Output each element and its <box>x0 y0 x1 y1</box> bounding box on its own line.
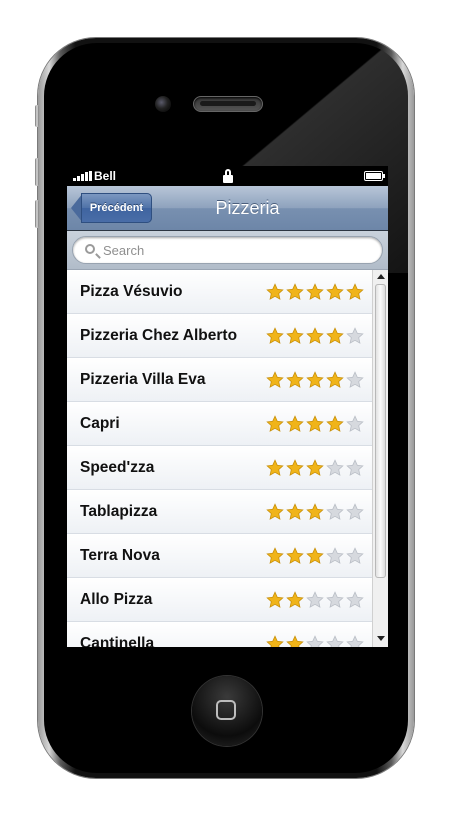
home-square-icon <box>216 700 236 720</box>
star-empty-icon <box>346 635 364 647</box>
star-filled-icon <box>286 547 304 565</box>
list-item[interactable]: Allo Pizza <box>67 578 372 622</box>
star-empty-icon <box>346 503 364 521</box>
star-filled-icon <box>306 459 324 477</box>
mute-switch <box>35 105 39 127</box>
star-empty-icon <box>346 415 364 433</box>
star-filled-icon <box>306 415 324 433</box>
search-bar <box>67 231 388 270</box>
star-empty-icon <box>346 459 364 477</box>
restaurant-name: Pizza Vésuvio <box>80 283 183 300</box>
star-filled-icon <box>326 283 344 301</box>
restaurant-name: Terra Nova <box>80 547 160 564</box>
restaurant-name: Capri <box>80 415 120 432</box>
star-empty-icon <box>346 327 364 345</box>
restaurant-name: Pizzeria Villa Eva <box>80 371 206 388</box>
star-filled-icon <box>306 371 324 389</box>
star-filled-icon <box>266 283 284 301</box>
star-filled-icon <box>326 415 344 433</box>
restaurant-name: Speed'zza <box>80 459 155 476</box>
star-empty-icon <box>346 591 364 609</box>
list-item[interactable]: Speed'zza <box>67 446 372 490</box>
star-filled-icon <box>346 283 364 301</box>
back-button-label: Précédent <box>81 193 152 223</box>
star-filled-icon <box>266 327 284 345</box>
restaurant-list: Pizza Vésuvio Pizzeria Chez Alberto Pizzer… <box>67 270 372 647</box>
star-filled-icon <box>266 591 284 609</box>
search-field[interactable] <box>72 236 383 264</box>
star-filled-icon <box>306 327 324 345</box>
front-camera <box>155 96 171 112</box>
star-empty-icon <box>326 459 344 477</box>
star-filled-icon <box>266 459 284 477</box>
search-icon <box>85 244 95 254</box>
battery-icon <box>364 171 385 181</box>
list-item[interactable]: Capri <box>67 402 372 446</box>
volume-up-button <box>35 158 39 186</box>
star-filled-icon <box>286 283 304 301</box>
list-item[interactable]: Pizzeria Villa Eva <box>67 358 372 402</box>
star-empty-icon <box>346 547 364 565</box>
restaurant-name: Pizzeria Chez Alberto <box>80 327 238 344</box>
volume-down-button <box>35 200 39 228</box>
lock-icon <box>223 169 233 183</box>
back-button[interactable]: Précédent <box>71 193 152 223</box>
star-filled-icon <box>306 503 324 521</box>
restaurant-name: Cantinella <box>80 635 155 647</box>
restaurant-name: Allo Pizza <box>80 591 153 608</box>
home-button[interactable] <box>192 676 262 746</box>
star-filled-icon <box>286 503 304 521</box>
star-filled-icon <box>266 503 284 521</box>
star-empty-icon <box>326 591 344 609</box>
scrollbar[interactable] <box>372 270 388 647</box>
star-filled-icon <box>306 547 324 565</box>
carrier-name: Bell <box>94 169 117 183</box>
earpiece-speaker <box>193 96 263 112</box>
star-filled-icon <box>286 415 304 433</box>
list-item[interactable]: Terra Nova <box>67 534 372 578</box>
star-filled-icon <box>306 283 324 301</box>
star-filled-icon <box>266 415 284 433</box>
star-empty-icon <box>306 591 324 609</box>
search-input[interactable] <box>103 237 372 263</box>
restaurant-name: Tablapizza <box>80 503 158 520</box>
page-title: Pizzeria <box>215 198 280 218</box>
star-empty-icon <box>306 635 324 647</box>
star-filled-icon <box>286 459 304 477</box>
scroll-down-arrow-icon[interactable] <box>377 636 385 641</box>
status-bar: Bell <box>67 166 388 186</box>
list-item[interactable]: Pizzeria Chez Alberto <box>67 314 372 358</box>
star-filled-icon <box>286 327 304 345</box>
star-filled-icon <box>326 327 344 345</box>
star-empty-icon <box>326 503 344 521</box>
navigation-bar: Précédent Pizzeria <box>67 186 388 231</box>
star-filled-icon <box>286 371 304 389</box>
star-empty-icon <box>326 635 344 647</box>
star-empty-icon <box>326 547 344 565</box>
star-filled-icon <box>266 635 284 647</box>
star-filled-icon <box>266 547 284 565</box>
star-filled-icon <box>286 591 304 609</box>
list-item[interactable]: Cantinella <box>67 622 372 647</box>
list-item[interactable]: Pizza Vésuvio <box>67 270 372 314</box>
scrollbar-thumb[interactable] <box>375 284 386 578</box>
scroll-up-arrow-icon[interactable] <box>377 274 385 279</box>
list-item[interactable]: Tablapizza <box>67 490 372 534</box>
star-filled-icon <box>286 635 304 647</box>
screen: Bell Précédent Pizzeria Pizza VésuvioPiz… <box>67 166 388 647</box>
star-empty-icon <box>346 371 364 389</box>
star-filled-icon <box>326 371 344 389</box>
star-filled-icon <box>266 371 284 389</box>
signal-strength-icon <box>73 171 93 181</box>
